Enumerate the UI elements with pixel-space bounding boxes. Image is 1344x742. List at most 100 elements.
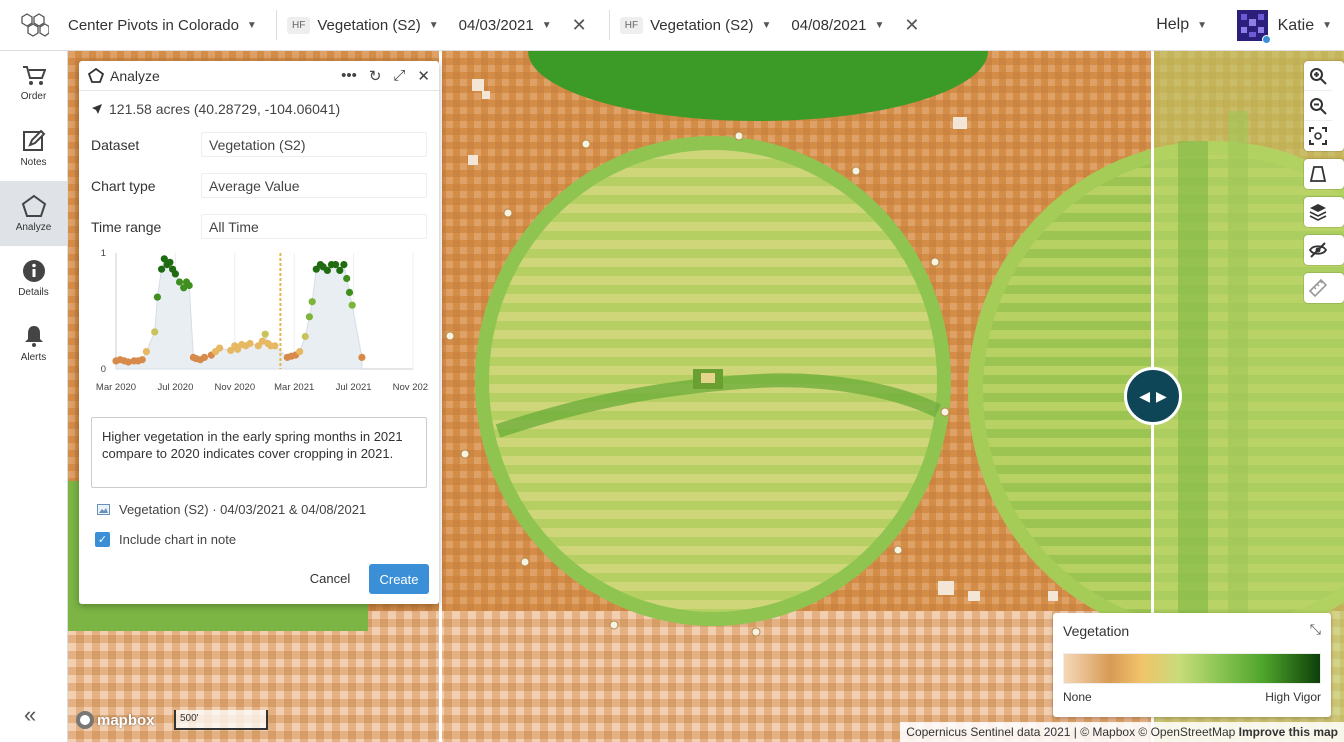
chevron-down-icon: ▼ <box>246 19 257 31</box>
data-point <box>200 353 208 361</box>
time-range-select[interactable]: All Time <box>201 214 427 239</box>
y-tick-label: 0 <box>101 364 106 375</box>
hide-overlays-button[interactable] <box>1304 235 1332 265</box>
right-date: 04/08/2021 <box>791 16 867 34</box>
chevron-down-icon: ▼ <box>761 19 772 31</box>
sidebar-item-label: Analyze <box>15 222 52 233</box>
panel-header: Analyze ••• ↻ ⤢ ✕ <box>79 61 439 91</box>
ruler-icon <box>1309 279 1327 297</box>
x-tick-label: Nov 2020 <box>214 382 255 393</box>
close-icon[interactable]: ✕ <box>417 67 430 85</box>
create-button[interactable]: Create <box>369 564 429 594</box>
panel-title: Analyze <box>110 67 160 84</box>
polygon-icon <box>1309 166 1327 182</box>
sidebar-item-order[interactable]: Order <box>0 51 67 116</box>
arrow-right-icon: ▶ <box>1156 387 1167 404</box>
status-dot <box>1261 35 1271 44</box>
area-info: 121.58 acres (40.28729, -104.06041) <box>79 91 439 117</box>
sidebar-item-analyze[interactable]: Analyze <box>0 181 67 246</box>
right-layer-name: Vegetation (S2) <box>650 16 754 34</box>
improve-map-link[interactable]: Improve this map <box>1239 725 1338 739</box>
sidebar-item-label: Alerts <box>20 352 47 363</box>
measure-button[interactable] <box>1304 273 1332 303</box>
app-logo-icon[interactable] <box>0 0 68 51</box>
attribution-text[interactable]: Copernicus Sentinel data 2021 | © Mapbox… <box>906 725 1235 739</box>
draw-controls <box>1304 159 1344 189</box>
close-right-layer-icon[interactable]: ✕ <box>904 15 919 36</box>
sidebar-item-alerts[interactable]: Alerts <box>0 311 67 376</box>
collapse-legend-icon[interactable]: ⤡ <box>1310 621 1321 638</box>
sidebar-item-details[interactable]: Details <box>0 246 67 311</box>
sidebar-item-label: Order <box>20 91 47 102</box>
sidebar-item-label: Notes <box>20 157 47 168</box>
swipe-handle[interactable]: ◀ ▶ <box>1124 367 1182 425</box>
scale-bar: 500' <box>174 710 268 730</box>
sidebar: Order Notes Analyze Details Alerts « <box>0 51 68 742</box>
chart-type-select[interactable]: Average Value <box>201 173 427 198</box>
data-point <box>153 293 161 301</box>
data-point <box>216 344 224 352</box>
time-range-label: Time range <box>91 218 162 235</box>
zoom-to-extent-button[interactable] <box>1304 121 1332 151</box>
legend-title: Vegetation <box>1063 623 1130 639</box>
user-name: Katie <box>1277 16 1315 34</box>
data-point <box>340 261 348 269</box>
x-tick-label: Jul 2020 <box>157 382 193 393</box>
panel-divider <box>439 51 442 742</box>
zoom-out-button[interactable] <box>1304 91 1332 121</box>
data-point <box>343 274 351 283</box>
left-layer-selector[interactable]: HF Vegetation (S2) ▼ <box>287 16 439 34</box>
data-point <box>171 270 179 278</box>
area-location: 121.58 acres (40.28729, -104.06041) <box>109 101 341 117</box>
analyze-icon <box>88 68 104 83</box>
data-point <box>261 330 269 338</box>
right-layer-selector[interactable]: HF Vegetation (S2) ▼ <box>619 16 772 34</box>
map-attribution: Copernicus Sentinel data 2021 | © Mapbox… <box>900 722 1344 742</box>
include-chart-checkbox[interactable]: ✓ Include chart in note <box>95 532 236 547</box>
expand-icon[interactable]: ⤢ <box>393 67 405 84</box>
note-textarea[interactable]: Higher vegetation in the early spring mo… <box>91 417 427 488</box>
data-point <box>166 258 174 266</box>
close-left-layer-icon[interactable]: ✕ <box>572 15 587 36</box>
sidebar-item-notes[interactable]: Notes <box>0 116 67 181</box>
vegetation-timeseries-chart[interactable]: Mar 2020 Jul 2020 Nov 2020 Mar 2021 Jul 2021… <box>91 243 429 401</box>
chevron-down-icon: ▼ <box>1197 19 1207 31</box>
help-label: Help <box>1156 16 1190 33</box>
data-point <box>358 353 366 361</box>
project-selector[interactable]: Center Pivots in Colorado ▼ <box>68 17 266 34</box>
zoom-in-icon <box>1310 67 1327 85</box>
draw-shape-button[interactable] <box>1304 159 1332 189</box>
zoom-controls <box>1304 61 1344 151</box>
x-tick-label: Mar 2020 <box>96 382 136 393</box>
left-date-selector[interactable]: 04/03/2021 ▼ <box>459 17 552 34</box>
collapse-sidebar-icon[interactable]: « <box>24 702 36 728</box>
cart-icon <box>22 66 46 85</box>
legend-labels: None High Vigor <box>1063 690 1321 704</box>
zoom-in-button[interactable] <box>1304 61 1332 91</box>
data-point <box>151 328 159 336</box>
data-point <box>345 288 354 296</box>
help-menu[interactable]: Help ▼ <box>1156 16 1207 34</box>
data-point <box>348 301 356 309</box>
mapbox-logo[interactable]: mapbox <box>76 711 155 729</box>
sidebar-item-label: Details <box>18 287 49 298</box>
dataset-select[interactable]: Vegetation (S2) <box>201 132 427 157</box>
eye-off-icon <box>1309 242 1327 258</box>
data-point <box>323 266 331 274</box>
data-point <box>336 266 344 274</box>
legend-high-label: High Vigor <box>1265 690 1321 704</box>
refresh-icon[interactable]: ↻ <box>369 67 382 85</box>
more-options-icon[interactable]: ••• <box>341 67 357 84</box>
user-menu[interactable]: Katie ▼ <box>1236 10 1332 44</box>
data-point <box>332 261 340 269</box>
data-point <box>175 278 184 286</box>
layers-button[interactable] <box>1304 197 1332 227</box>
divider <box>276 10 277 40</box>
cancel-button[interactable]: Cancel <box>299 564 361 592</box>
x-tick-label: Mar 2021 <box>274 382 314 393</box>
data-point <box>246 339 254 348</box>
data-point <box>158 265 166 273</box>
right-date-selector[interactable]: 04/08/2021 ▼ <box>791 17 884 34</box>
hf-badge: HF <box>287 16 311 34</box>
data-point <box>296 348 304 356</box>
